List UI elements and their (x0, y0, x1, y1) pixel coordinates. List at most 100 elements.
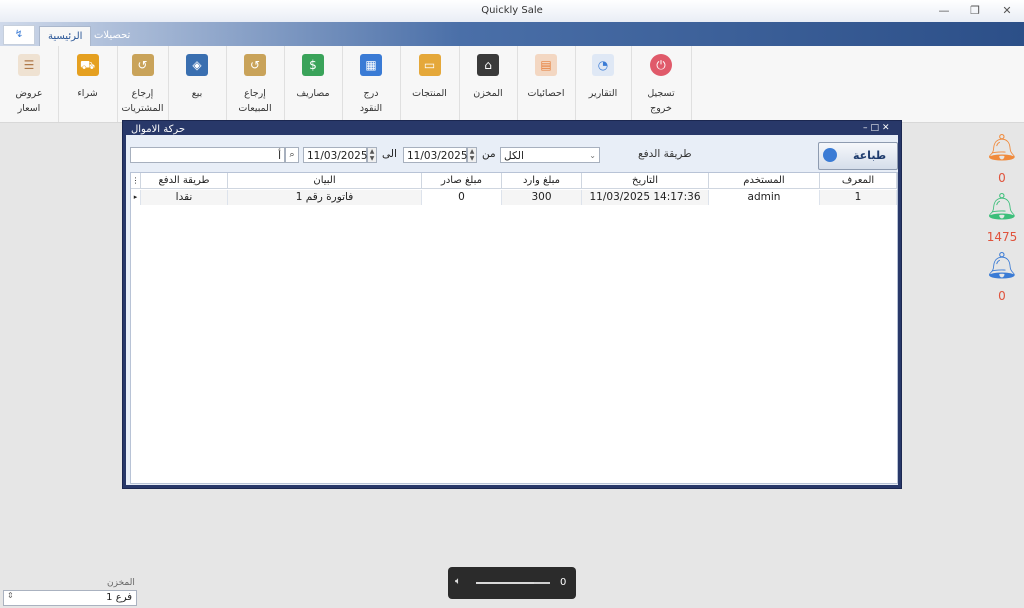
from-date-input[interactable]: 11/03/2025 (403, 147, 468, 163)
cash-drawer-icon: ▦ (360, 54, 382, 76)
table-row[interactable]: ▸ نقدا فاتورة رقم 1 0 300 11/03/2025 14:… (131, 190, 897, 205)
cell-date: 11/03/2025 14:17:36 (582, 190, 709, 205)
cash-drawer-label-1: درج (363, 88, 379, 99)
cell-id: 1 (820, 190, 897, 205)
minimize-icon[interactable]: — (934, 3, 954, 19)
quick-access-button[interactable]: ↯ (3, 25, 35, 45)
notification-count-1: 0 (998, 171, 1006, 185)
ribbon: ⏻ تسجيل خروج ◔ التقارير ▤ احصائيات ⌂ المخ… (0, 46, 1024, 123)
dialog-window-controls[interactable]: –□✕ (863, 123, 893, 133)
search-input[interactable]: أ (130, 147, 285, 163)
volume-slider[interactable] (476, 582, 550, 584)
cell-payment-method: نقدا (141, 190, 228, 205)
money-movement-dialog: حركة الاموال –□✕ أ ⌕ 11/03/2025 ▲ ▼ الى 1… (122, 120, 902, 489)
return-box-icon: ↺ (244, 54, 266, 76)
dialog-title: حركة الاموال (131, 124, 186, 135)
return-box-icon: ↺ (131, 54, 154, 76)
buy-label: شراء (77, 88, 98, 99)
row-selector-icon: ▸ (131, 190, 141, 205)
expenses-label: مصاريف (296, 88, 330, 99)
cell-user: admin (709, 190, 820, 205)
close-icon[interactable]: ✕ (997, 3, 1017, 19)
money-icon: $ (302, 54, 324, 76)
logout-button[interactable]: ⏻ تسجيل خروج (631, 46, 692, 122)
globe-icon (823, 148, 837, 162)
spinner-icon: ⇕ (7, 591, 14, 600)
warehouse-icon: ⌂ (477, 54, 499, 76)
price-tag-icon: ◈ (186, 54, 208, 76)
notification-count-3: 0 (998, 289, 1006, 303)
bell-orange-icon[interactable]: 🔔︎ (985, 132, 1019, 164)
payment-method-value: الكل (504, 150, 524, 162)
column-header-amount-in[interactable]: مبلغ وارد (502, 173, 582, 189)
products-box-icon: ▭ (418, 54, 441, 76)
offers-button[interactable]: ☰ عروض اسعار (0, 46, 59, 122)
tab-main[interactable]: الرئيسية (39, 26, 92, 47)
branch-value: فرع 1 (106, 592, 132, 603)
dialog-body: أ ⌕ 11/03/2025 ▲ ▼ الى 11/03/2025 ▲ ▼ من ا… (126, 135, 898, 485)
column-header-user[interactable]: المستخدم (709, 173, 820, 189)
print-label: طباعة (853, 149, 887, 162)
bell-blue-icon[interactable]: 🔔︎ (985, 250, 1019, 282)
chevron-down-icon: ⌄ (589, 151, 596, 160)
products-button[interactable]: ▭ المنتجات (400, 46, 460, 122)
cell-amount-in: 300 (502, 190, 582, 205)
column-header-date[interactable]: التاريخ (582, 173, 709, 189)
print-button[interactable]: طباعة (818, 142, 898, 170)
cell-description: فاتورة رقم 1 (228, 190, 422, 205)
purchase-return-label-2: المشتريات (121, 103, 164, 114)
sell-button[interactable]: ◈ بيع (168, 46, 227, 122)
volume-flyout: 🔈︎ 0 (448, 567, 576, 599)
offers-label-2: اسعار (17, 103, 41, 114)
cash-drawer-label-2: النقود (359, 103, 383, 114)
branch-label: المخزن (107, 578, 135, 588)
sales-return-button[interactable]: ↺ إرجاع المبيعات (226, 46, 285, 122)
to-date-spinner[interactable]: ▲ ▼ (367, 147, 377, 163)
cash-drawer-button[interactable]: ▦ درج النقود (342, 46, 401, 122)
notification-count-2: 1475 (986, 230, 1018, 244)
products-label: المنتجات (412, 88, 447, 99)
payment-method-label: طريقة الدفع (638, 148, 692, 160)
expenses-button[interactable]: $ مصاريف (284, 46, 343, 122)
to-label: الى (382, 148, 397, 160)
logout-label-2: خروج (650, 103, 672, 114)
store-label: المخزن (473, 88, 503, 99)
window-title: Quickly Sale (481, 5, 543, 16)
volume-value: 0 (560, 577, 567, 588)
from-label: من (482, 148, 496, 160)
purchase-return-button[interactable]: ↺ إرجاع المشتريات (117, 46, 169, 122)
to-date-input[interactable]: 11/03/2025 (303, 147, 368, 163)
column-header-description[interactable]: البيان (228, 173, 422, 189)
column-header-id[interactable]: المعرف (820, 173, 897, 189)
branch-select[interactable]: ⇕ فرع 1 (3, 590, 137, 606)
offers-label-1: عروض (15, 88, 43, 99)
stats-chart-icon: ▤ (535, 54, 557, 76)
power-icon: ⏻ (650, 54, 672, 76)
buy-button[interactable]: ⛟ شراء (58, 46, 118, 122)
ribbon-tab-strip: ↯ الرئيسية تحصيلات (0, 22, 1024, 47)
reports-button[interactable]: ◔ التقارير (575, 46, 632, 122)
sell-label: بيع (191, 88, 203, 99)
transactions-grid: ⋮ طريقة الدفع البيان مبلغ صادر مبلغ وارد… (130, 172, 898, 484)
search-icon[interactable]: ⌕ (285, 147, 299, 163)
mute-speaker-icon[interactable]: 🔈︎ (455, 576, 461, 587)
volume-slider-fill (476, 582, 534, 584)
reports-icon: ◔ (592, 54, 614, 76)
shopping-cart-icon: ⛟ (76, 54, 99, 76)
stats-label: احصائيات (527, 88, 565, 99)
restore-icon[interactable]: ❐ (965, 3, 985, 19)
grid-corner-icon[interactable]: ⋮ (131, 173, 141, 189)
column-header-amount-out[interactable]: مبلغ صادر (422, 173, 502, 189)
purchase-return-label-1: إرجاع (131, 88, 154, 99)
column-header-payment-method[interactable]: طريقة الدفع (141, 173, 228, 189)
from-date-spinner[interactable]: ▲ ▼ (467, 147, 477, 163)
payment-method-select[interactable]: الكل ⌄ (500, 147, 600, 163)
sales-return-label-1: إرجاع (244, 88, 266, 99)
title-bar: Quickly Sale — ❐ ✕ (0, 0, 1024, 22)
stats-button[interactable]: ▤ احصائيات (517, 46, 576, 122)
tab-collections[interactable]: تحصيلات (86, 26, 138, 46)
sales-return-label-2: المبيعات (238, 103, 272, 114)
bell-green-icon[interactable]: 🔔︎ (985, 191, 1019, 223)
store-button[interactable]: ⌂ المخزن (459, 46, 518, 122)
cell-amount-out: 0 (422, 190, 502, 205)
